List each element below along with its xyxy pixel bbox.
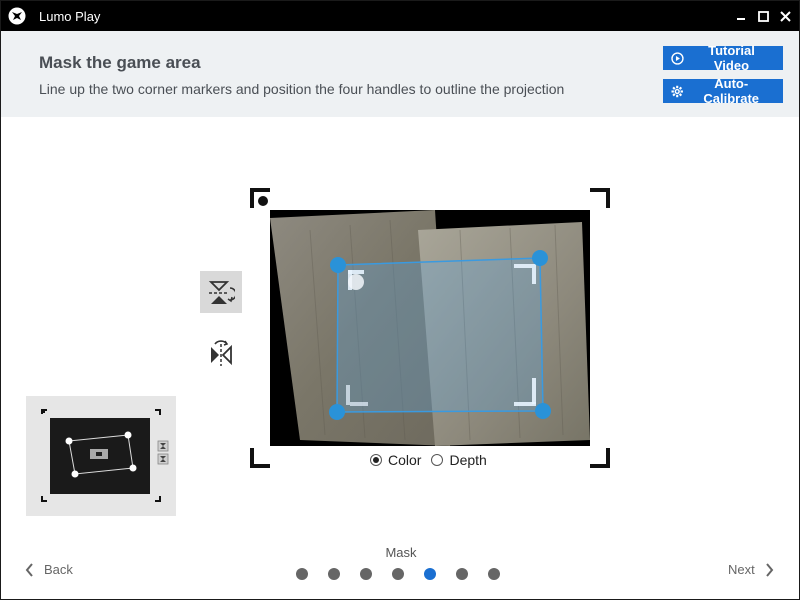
depth-radio[interactable] — [431, 454, 444, 466]
step-dot-3[interactable] — [360, 568, 372, 580]
mask-handle-top-left[interactable] — [330, 257, 346, 273]
step-dot-7[interactable] — [488, 568, 500, 580]
mask-handle-bottom-left[interactable] — [329, 404, 345, 420]
page-subtitle: Line up the two corner markers and posit… — [39, 81, 565, 97]
flip-vertical-button[interactable] — [200, 271, 242, 313]
tutorial-video-label: Tutorial Video — [708, 43, 755, 73]
maximize-button[interactable] — [755, 8, 771, 24]
mask-handle-top-right[interactable] — [532, 250, 548, 266]
corner-marker-top-right — [590, 188, 610, 208]
close-icon — [779, 10, 791, 22]
minimize-icon — [737, 18, 745, 20]
auto-calibrate-label: Auto-Calibrate — [703, 76, 760, 106]
auto-calibrate-button[interactable]: Auto-Calibrate — [663, 76, 783, 106]
back-button[interactable]: Back — [25, 562, 73, 577]
step-dot-2[interactable] — [328, 568, 340, 580]
play-circle-icon — [671, 51, 684, 65]
flip-vertical-icon — [208, 281, 235, 304]
step-indicator — [296, 568, 500, 580]
app-logo-icon — [7, 6, 27, 26]
current-step-label: Mask — [385, 545, 417, 560]
next-label: Next — [728, 562, 755, 577]
app-title: Lumo Play — [39, 8, 101, 24]
view-mode-selector: Color Depth — [370, 452, 497, 468]
depth-radio-label[interactable]: Depth — [449, 452, 486, 468]
corner-marker-bottom-left — [250, 448, 270, 468]
flip-horizontal-icon — [211, 340, 232, 366]
step-dot-6[interactable] — [456, 568, 468, 580]
app-window: Lumo Play Mask the game area Line up the… — [0, 0, 800, 600]
minimize-button[interactable] — [733, 8, 749, 24]
title-bar: Lumo Play — [1, 1, 799, 31]
step-dot-5-current[interactable] — [424, 568, 436, 580]
step-dot-4[interactable] — [392, 568, 404, 580]
corner-marker-dot — [258, 196, 268, 206]
corner-marker-bottom-right — [590, 448, 610, 468]
color-radio[interactable] — [370, 454, 382, 466]
next-button[interactable]: Next — [728, 562, 774, 577]
close-button[interactable] — [777, 8, 793, 24]
back-label: Back — [44, 562, 73, 577]
projection-preview — [26, 396, 176, 516]
mask-handle-bottom-right[interactable] — [535, 403, 551, 419]
step-dot-1[interactable] — [296, 568, 308, 580]
camera-view[interactable] — [270, 210, 590, 446]
chevron-left-icon — [25, 562, 33, 577]
tutorial-video-button[interactable]: Tutorial Video — [663, 43, 783, 73]
instruction-header: Mask the game area Line up the two corne… — [1, 31, 799, 117]
color-radio-label[interactable]: Color — [388, 452, 421, 468]
flip-horizontal-button[interactable] — [200, 332, 242, 374]
gear-icon — [671, 85, 683, 97]
chevron-right-icon — [765, 562, 774, 577]
maximize-icon — [757, 10, 769, 22]
page-title: Mask the game area — [39, 53, 201, 72]
